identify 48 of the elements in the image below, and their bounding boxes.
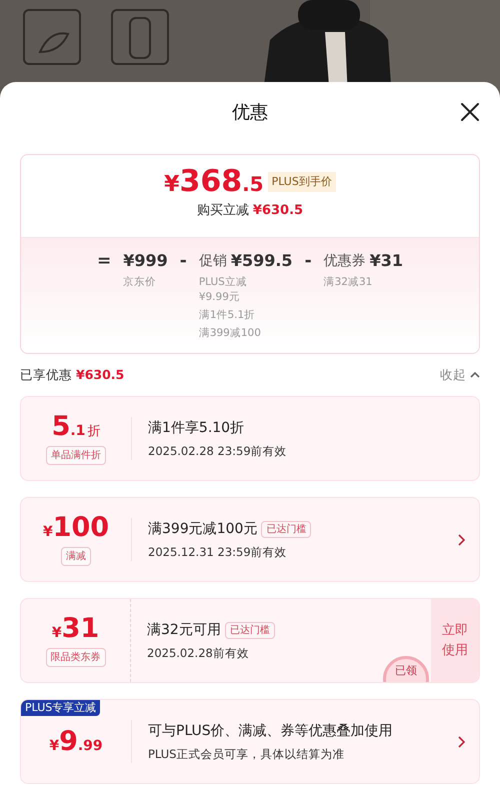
saving-amount: ¥630.5 bbox=[252, 202, 304, 220]
coupon-expiry: 2025.02.28 23:59前有效 bbox=[148, 442, 288, 460]
term-note: 满399减100 bbox=[198, 326, 262, 340]
term-note: 京东价 bbox=[123, 274, 158, 290]
term-name: 促销 bbox=[198, 252, 227, 270]
claimed-stamp: 已领 bbox=[383, 656, 429, 682]
plus-ribbon: PLUS专享立减 bbox=[21, 700, 100, 716]
coupon-title: 满1件享5.10折 bbox=[148, 418, 244, 438]
term-note: 满32减31 bbox=[324, 274, 374, 290]
operator: - bbox=[304, 250, 312, 272]
threshold-badge: 已达门槛 bbox=[224, 622, 275, 639]
coupon-value: 5.1 折 bbox=[52, 412, 100, 440]
coupon-tag: 单品满件折 bbox=[46, 446, 106, 465]
coupon-title: 可与PLUS价、满减、券等优惠叠加使用 bbox=[148, 722, 393, 741]
price-tag: PLUS到手价 bbox=[268, 172, 336, 192]
term-amount: ¥599.5 bbox=[230, 250, 293, 272]
coupon-card[interactable]: 5.1 折 单品满件折 满1件享5.10折 2025.02.28 23:59前有效 bbox=[20, 396, 480, 482]
coupon-value: ¥31 bbox=[52, 614, 100, 642]
chevron-right-icon[interactable] bbox=[458, 534, 464, 546]
enjoyed-amount: ¥630.5 bbox=[76, 366, 124, 384]
close-icon[interactable] bbox=[460, 102, 480, 122]
term-amount: ¥999 bbox=[123, 250, 168, 272]
coupon-expiry: PLUS正式会员可享，具体以结算为准 bbox=[148, 746, 346, 763]
coupon-value: ¥100 bbox=[42, 514, 110, 541]
coupon-tag: 满减 bbox=[61, 546, 91, 566]
coupon-card[interactable]: ¥100 满减 满399元减100元 已达门槛 2025.12.31 23:59前有效 bbox=[20, 497, 480, 582]
operator: - bbox=[180, 250, 187, 272]
term-note: PLUS立减 ¥9.99元 bbox=[198, 274, 248, 304]
saving-label: 购买立减 bbox=[196, 202, 249, 220]
final-price: ¥368.5 bbox=[164, 167, 264, 197]
operator: = bbox=[96, 250, 112, 272]
coupon-tag: 限品类东券 bbox=[46, 648, 106, 667]
coupon-expiry: 2025.02.28前有效 bbox=[147, 644, 250, 662]
coupon-value: ¥9.99 bbox=[49, 728, 103, 756]
chevron-right-icon[interactable] bbox=[458, 736, 464, 748]
coupon-card[interactable]: PLUS专享立减 ¥9.99 可与PLUS价、满减、券等优惠叠加使用 PLUS正式会员可享，具体以结算为准 bbox=[20, 699, 480, 784]
coupon-card[interactable]: ¥31 限品类东券 满32元可用 已达门槛 2025.02.28前有效 已领 立即使用 bbox=[20, 598, 480, 684]
term-name: 优惠券 bbox=[324, 252, 366, 270]
coupon-title: 满399元减100元 bbox=[148, 520, 258, 539]
enjoyed-label: 已享优惠 bbox=[20, 366, 72, 384]
use-now-button[interactable]: 立即使用 bbox=[431, 599, 479, 682]
term-note: 满1件5.1折 bbox=[198, 308, 256, 322]
threshold-badge: 已达门槛 bbox=[261, 520, 312, 538]
coupon-expiry: 2025.12.31 23:59前有效 bbox=[148, 544, 288, 561]
collapse-toggle[interactable]: 收起 bbox=[440, 366, 480, 384]
sheet-title: 优惠 bbox=[232, 100, 268, 124]
term-amount: ¥31 bbox=[370, 250, 404, 272]
coupon-title: 满32元可用 bbox=[147, 620, 221, 640]
